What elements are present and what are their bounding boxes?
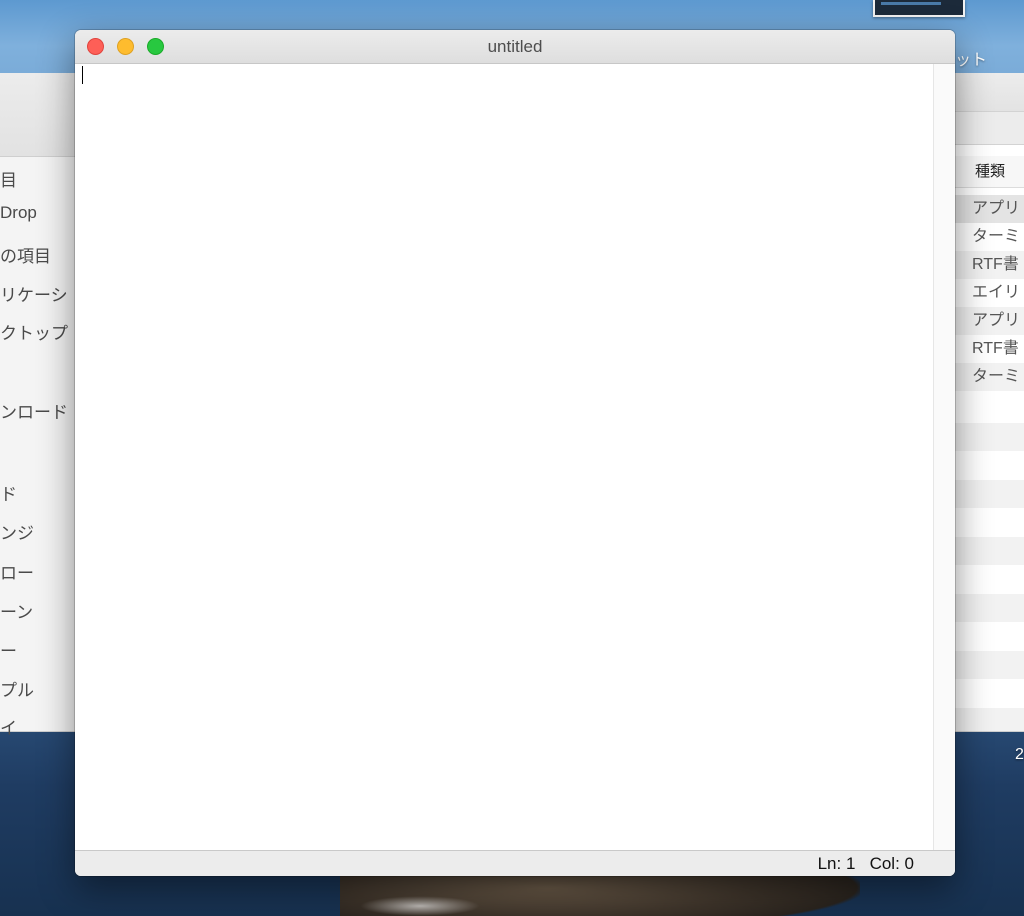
sidebar-item[interactable]: ド: [0, 480, 17, 505]
finder-toolbar: [955, 73, 1024, 112]
column-header-kind[interactable]: 種類: [955, 156, 1024, 188]
list-item[interactable]: ターミ: [955, 363, 1024, 391]
row-stripe: [955, 594, 1024, 622]
editor-window: untitled Ln: 1 Col: 0: [75, 30, 955, 876]
finder-pathbar: [955, 112, 1024, 145]
zoom-icon[interactable]: [147, 38, 164, 55]
row-stripe: [955, 708, 1024, 731]
minimize-icon[interactable]: [117, 38, 134, 55]
sidebar-item[interactable]: プル: [0, 676, 34, 701]
list-item[interactable]: RTF書: [955, 335, 1024, 363]
sidebar-item[interactable]: クトップ: [0, 319, 68, 344]
finder-window-sidebar: 目 Drop の項目 リケーシ クトップ ンロード ド ンジ ロー ーン ー プ…: [0, 73, 76, 738]
finder-toolbar: [0, 73, 76, 157]
list-item[interactable]: アプリ: [955, 307, 1024, 335]
sidebar-item[interactable]: ンジ: [0, 519, 34, 544]
row-stripe: [955, 480, 1024, 508]
title-bar[interactable]: untitled: [75, 30, 955, 64]
row-stripe: [955, 651, 1024, 679]
line-number: Ln: 1: [817, 854, 856, 873]
row-stripe: [955, 537, 1024, 565]
close-icon[interactable]: [87, 38, 104, 55]
sidebar-item[interactable]: Drop: [0, 203, 37, 223]
status-bar: Ln: 1 Col: 0: [75, 850, 955, 876]
sidebar-item[interactable]: リケーシ: [0, 281, 68, 306]
sidebar-item[interactable]: ロー: [0, 559, 34, 584]
row-stripe: [955, 423, 1024, 451]
text-caret: [82, 66, 83, 84]
finder-window-list: 種類 アプリ ターミ RTF書 エイリ アプリ RTF書 ターミ: [955, 73, 1024, 732]
vertical-scrollbar[interactable]: [933, 64, 955, 850]
sidebar-item[interactable]: ー: [0, 637, 17, 662]
window-title: untitled: [487, 37, 543, 56]
list-item[interactable]: エイリ: [955, 279, 1024, 307]
sidebar-item[interactable]: ーン: [0, 598, 33, 623]
cursor-position: Ln: 1 Col: 0: [818, 854, 914, 874]
list-item[interactable]: RTF書: [955, 251, 1024, 279]
column-number: Col: 0: [869, 854, 914, 873]
list-item[interactable]: ターミ: [955, 223, 1024, 251]
screenshot-thumbnail[interactable]: [873, 0, 965, 17]
sidebar-item[interactable]: の項目: [0, 242, 51, 267]
sidebar-item[interactable]: イ: [0, 714, 17, 739]
sidebar-item[interactable]: 目: [0, 166, 17, 191]
wallpaper-foam: [360, 896, 480, 916]
desktop-text-fragment: 2: [1015, 746, 1024, 763]
text-editor-area[interactable]: [75, 64, 933, 850]
sidebar-item[interactable]: ンロード: [0, 398, 68, 423]
list-item[interactable]: アプリ: [955, 195, 1024, 223]
desktop-label: ット: [955, 52, 988, 69]
